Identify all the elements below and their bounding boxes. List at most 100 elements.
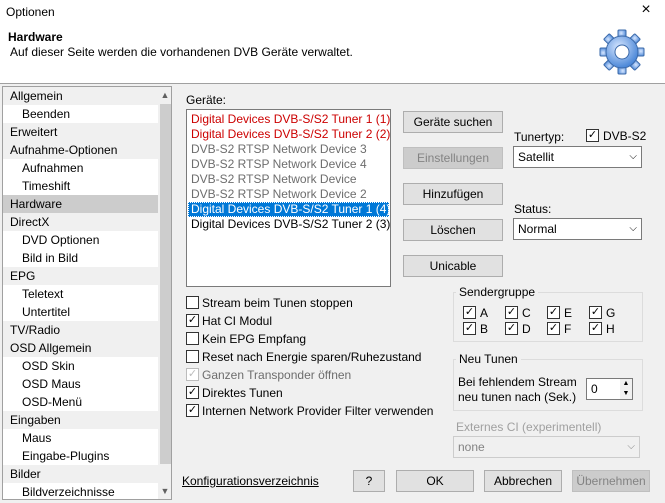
sendergruppe-checkbox[interactable]: ✓ (547, 322, 560, 335)
sidebar-item[interactable]: OSD Allgemein (3, 339, 158, 357)
unicable-button[interactable]: Unicable (403, 255, 503, 277)
apply-button[interactable]: Übernehmen (572, 470, 650, 492)
stepper-down-icon[interactable]: ▼ (620, 389, 632, 399)
sidebar-item[interactable]: Beenden (3, 105, 158, 123)
device-row[interactable]: DVB-S2 RTSP Network Device 3 (188, 142, 389, 157)
sendergruppe-title: Sendergruppe (456, 285, 539, 299)
option-label: Direktes Tunen (202, 386, 283, 400)
status-value: Normal (518, 222, 557, 236)
chevron-down-icon: ⌵ (629, 151, 637, 162)
sidebar-item[interactable]: OSD Maus (3, 375, 158, 393)
option-checkbox[interactable] (186, 332, 199, 345)
option-label: Kein EPG Empfang (202, 332, 307, 346)
device-row[interactable]: Digital Devices DVB-S/S2 Tuner 1 (4) (188, 202, 390, 217)
status-label: Status: (514, 202, 552, 216)
option-checkbox[interactable] (186, 296, 199, 309)
search-devices-button[interactable]: Geräte suchen (403, 111, 503, 133)
external-ci-label: Externes CI (experimentell) (456, 420, 602, 434)
sendergruppe-label: C (522, 306, 531, 320)
sidebar-item[interactable]: DVD Optionen (3, 231, 158, 249)
sidebar-item[interactable]: OSD Skin (3, 357, 158, 375)
sidebar-nav: Bildverzeichnisse Bilder Eingabe-Plugins Ma… (2, 86, 172, 500)
option-checkbox[interactable]: ✓ (186, 314, 199, 327)
sendergruppe-checkbox[interactable]: ✓ (463, 322, 476, 335)
sidebar-item[interactable]: Hardware (3, 195, 158, 213)
sendergruppe-checkbox[interactable]: ✓ (547, 306, 560, 319)
sendergruppe-checkbox[interactable]: ✓ (589, 306, 602, 319)
settings-button[interactable]: Einstellungen (403, 147, 503, 169)
sidebar-item[interactable]: DirectX (3, 213, 158, 231)
add-button[interactable]: Hinzufügen (403, 183, 503, 205)
help-button[interactable]: ? (353, 470, 385, 492)
option-checkbox[interactable]: ✓ (186, 368, 199, 381)
sidebar-item[interactable]: Aufnahme-Optionen (3, 141, 158, 159)
tuner-type-select[interactable]: Satellit ⌵ (513, 146, 642, 168)
retune-seconds-stepper[interactable]: 0 ▲ ▼ (586, 378, 633, 400)
sendergruppe-checkbox[interactable]: ✓ (505, 306, 518, 319)
retune-seconds-value: 0 (591, 382, 598, 396)
sidebar-item[interactable]: Aufnahmen (3, 159, 158, 177)
sidebar-item[interactable]: EPG (3, 267, 158, 285)
device-row[interactable]: Digital Devices DVB-S/S2 Tuner 2 (2) (188, 127, 390, 142)
sidebar-item[interactable]: Allgemein (3, 87, 158, 105)
page-title: Hardware (8, 30, 63, 44)
device-row[interactable]: DVB-S2 RTSP Network Device 2 (188, 187, 389, 202)
external-ci-value: none (458, 440, 485, 454)
config-directory-link[interactable]: Konfigurationsverzeichnis (182, 474, 319, 488)
tuner-type-value: Satellit (518, 150, 555, 164)
chevron-down-icon: ⌵ (629, 223, 637, 234)
sendergruppe-label: D (522, 322, 531, 336)
sidebar-item[interactable]: Bild in Bild (3, 249, 158, 267)
scroll-up-icon[interactable]: ▲ (158, 87, 171, 103)
sendergruppe-label: E (564, 306, 573, 320)
chevron-down-icon: ⌵ (627, 441, 635, 452)
option-label: Hat CI Modul (202, 314, 273, 328)
dvbs2-label: DVB-S2 (603, 129, 647, 143)
stepper-up-icon[interactable]: ▲ (620, 379, 632, 389)
ok-button[interactable]: OK (396, 470, 474, 492)
option-label: Stream beim Tunen stoppen (202, 296, 353, 310)
close-icon[interactable]: × (636, 1, 656, 19)
device-row[interactable]: Digital Devices DVB-S/S2 Tuner 2 (3) (188, 217, 390, 232)
option-checkbox[interactable]: ✓ (186, 404, 199, 417)
option-checkbox[interactable]: ✓ (186, 386, 199, 399)
sidebar-item[interactable]: Eingabe-Plugins (3, 447, 158, 465)
sidebar-item[interactable]: Teletext (3, 285, 158, 303)
device-row[interactable]: DVB-S2 RTSP Network Device (188, 172, 389, 187)
scroll-down-icon[interactable]: ▼ (158, 483, 171, 499)
retune-label-line1: Bei fehlendem Stream (458, 375, 577, 389)
dvbs2-checkbox[interactable]: ✓ (586, 129, 599, 142)
sidebar-item[interactable]: Eingaben (3, 411, 158, 429)
sidebar-item[interactable]: TV/Radio (3, 321, 158, 339)
devices-label: Geräte: (186, 93, 227, 107)
option-checkbox[interactable] (186, 350, 199, 363)
status-select[interactable]: Normal ⌵ (513, 218, 642, 240)
gear-icon (599, 29, 645, 75)
device-row[interactable]: Digital Devices DVB-S/S2 Tuner 1 (1) (188, 112, 390, 127)
window-title: Optionen (6, 5, 55, 19)
sidebar-item[interactable]: Timeshift (3, 177, 158, 195)
delete-button[interactable]: Löschen (403, 219, 503, 241)
sendergruppe-checkbox[interactable]: ✓ (505, 322, 518, 335)
page-description: Auf dieser Seite werden die vorhandenen … (10, 45, 353, 59)
sidebar-item[interactable]: Untertitel (3, 303, 158, 321)
cancel-button[interactable]: Abbrechen (484, 470, 562, 492)
tuner-type-label: Tunertyp: (514, 130, 565, 144)
scrollbar-thumb[interactable] (160, 104, 171, 464)
device-row[interactable]: DVB-S2 RTSP Network Device 4 (188, 157, 389, 172)
sidebar-item[interactable]: OSD-Menü (3, 393, 158, 411)
option-label: Internen Network Provider Filter verwend… (202, 404, 434, 418)
sendergruppe-label: F (564, 322, 572, 336)
page-header: Hardware Auf dieser Seite werden die vor… (0, 24, 665, 84)
external-ci-select[interactable]: none ⌵ (453, 436, 640, 458)
sidebar-item[interactable]: Erweitert (3, 123, 158, 141)
retune-title: Neu Tunen (456, 352, 521, 366)
sidebar-item[interactable]: Maus (3, 429, 158, 447)
sidebar-item[interactable]: Bilder (3, 465, 158, 483)
sendergruppe-label: A (480, 306, 489, 320)
sendergruppe-checkbox[interactable]: ✓ (589, 322, 602, 335)
option-label: Ganzen Transponder öffnen (202, 368, 352, 382)
device-list[interactable]: Digital Devices DVB-S/S2 Tuner 1 (1) Digi… (186, 109, 391, 287)
sendergruppe-checkbox[interactable]: ✓ (463, 306, 476, 319)
sidebar-item[interactable]: Bildverzeichnisse (3, 483, 158, 499)
